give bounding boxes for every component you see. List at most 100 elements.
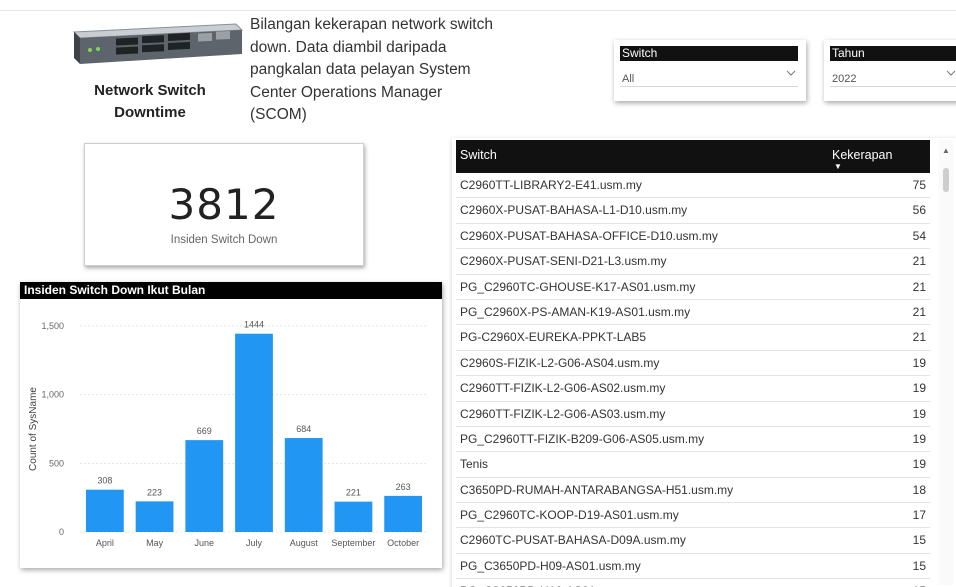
kpi-card[interactable]: 3812 Insiden Switch Down: [84, 143, 364, 266]
switch-name-cell: C2960TC-PUSAT-BAHASA-D09A.usm.my: [460, 533, 686, 548]
table-row[interactable]: PG_C2960TT-FIZIK-B209-G06-AS05.usm.my 19: [456, 427, 930, 453]
bar-august: [284, 438, 323, 532]
table-row[interactable]: PG-C2960X-EUREKA-PPKT-LAB5 21: [456, 325, 930, 351]
kpi-label: Insiden Switch Down: [170, 234, 278, 246]
bar-data-label: 669: [197, 426, 212, 436]
x-tick-label: July: [246, 538, 263, 548]
count-cell: 56: [912, 203, 926, 218]
count-cell: 54: [912, 228, 926, 243]
switch-name-cell: C2960S-FIZIK-L2-G06-AS04.usm.my: [460, 355, 660, 370]
table-body: C2960TT-LIBRARY2-E41.usm.my 75 C2960X-PUSA…: [456, 173, 930, 587]
switch-name-cell: PG_C3650PD-H09-AS01.usm.my: [460, 558, 641, 573]
table-header: Switch Kekerapan ▼: [456, 140, 930, 173]
switch-name-cell: C2960TT-FIZIK-L2-G06-AS02.usm.my: [460, 381, 666, 396]
table-row[interactable]: C2960TC-PUSAT-BAHASA-D09A.usm.my 15: [456, 528, 930, 554]
table-row[interactable]: C2960TT-FIZIK-L2-G06-AS03.usm.my 19: [456, 402, 930, 427]
count-cell: 18: [912, 482, 926, 497]
y-tick-label: 1,500: [41, 321, 64, 331]
table-row[interactable]: C2960TT-LIBRARY2-E41.usm.my 75: [456, 173, 930, 199]
logo-title: Network Switch Downtime: [70, 80, 230, 124]
bar-april: [85, 489, 124, 532]
y-tick-label: 0: [59, 527, 64, 537]
switch-name-cell: C2960TT-FIZIK-L2-G06-AS03.usm.my: [460, 406, 666, 421]
bar-data-label: 223: [147, 487, 162, 497]
bar-chart[interactable]: 0 500 1,000 1,500 Count of SysName 308 April 22…: [20, 282, 442, 568]
switch-name-cell: Tenis: [460, 457, 489, 472]
table-scrollbar[interactable]: ▲: [939, 140, 953, 585]
count-cell: 21: [912, 304, 926, 319]
x-tick-label: June: [195, 538, 215, 548]
switch-name-cell: PG_C2960TT-FIZIK-B209-G06-AS05.usm.my: [460, 431, 705, 446]
switch-slicer-value[interactable]: All: [622, 73, 634, 85]
table-row[interactable]: PG_C3650PD-H09-AS01.usm.my 15: [456, 554, 930, 580]
table-row[interactable]: C2960X-PUSAT-BAHASA-L1-D10.usm.my 56: [456, 198, 930, 224]
switch-slicer[interactable]: Switch All: [614, 40, 806, 101]
bar-data-label: 263: [396, 482, 411, 492]
table-row[interactable]: PG_C3650PD-H16-AS01.usm.my15: [456, 579, 930, 587]
scroll-up-icon[interactable]: ▲: [942, 146, 950, 155]
count-cell: 15: [912, 533, 926, 548]
switch-name-cell: PG_C2960TC-GHOUSE-K17-AS01.usm.my: [460, 279, 696, 294]
year-slicer-underline: [830, 86, 956, 87]
sort-descending-icon[interactable]: ▼: [834, 162, 842, 171]
switch-slicer-underline: [620, 86, 798, 87]
bar-october: [384, 495, 423, 532]
chevron-down-icon[interactable]: [946, 67, 956, 79]
bar-may: [135, 501, 174, 532]
chevron-down-icon[interactable]: [786, 67, 796, 79]
switch-name-cell: PG_C2960X-PS-AMAN-K19-AS01.usm.my: [460, 304, 691, 319]
count-cell: 19: [912, 381, 926, 396]
count-cell: 19: [912, 406, 926, 421]
bar-data-label: 1444: [244, 320, 264, 330]
switch-table[interactable]: Switch Kekerapan ▼ C2960TT-LIBRARY2-E41.…: [452, 138, 956, 587]
switch-name-cell: C2960TT-LIBRARY2-E41.usm.my: [460, 178, 642, 192]
y-tick-label: 1,000: [41, 390, 64, 400]
count-cell: 21: [912, 279, 926, 294]
monthly-chart-card[interactable]: 0 500 1,000 1,500 Count of SysName 308 April 22…: [20, 282, 442, 568]
bar-july: [235, 333, 273, 532]
count-cell: 17: [912, 508, 926, 523]
switch-name-cell: C2960X-PUSAT-BAHASA-L1-D10.usm.my: [460, 203, 688, 218]
table-row[interactable]: PG_C2960TC-KOOP-D19-AS01.usm.my 17: [456, 503, 930, 529]
x-tick-label: September: [331, 538, 375, 548]
bar-data-label: 308: [97, 476, 112, 486]
chart-header: Insiden Switch Down Ikut Bulan: [20, 282, 442, 299]
switch-name-cell: C2960X-PUSAT-SENI-D21-L3.usm.my: [460, 254, 667, 269]
x-tick-label: April: [96, 538, 114, 548]
table-row[interactable]: C2960X-PUSAT-SENI-D21-L3.usm.my 21: [456, 249, 930, 275]
table-row[interactable]: Tenis 19: [456, 452, 930, 478]
bar-data-label: 684: [296, 424, 311, 434]
scroll-thumb[interactable]: [943, 168, 949, 192]
column-header-count[interactable]: Kekerapan: [832, 148, 892, 162]
year-slicer[interactable]: Tahun 2022: [824, 40, 956, 101]
switch-name-cell: C2960X-PUSAT-BAHASA-OFFICE-D10.usm.my: [460, 228, 718, 243]
count-cell: 21: [912, 254, 926, 269]
year-slicer-label: Tahun: [830, 46, 956, 61]
switch-name-cell: PG-C2960X-EUREKA-PPKT-LAB5: [460, 330, 647, 345]
y-tick-label: 500: [49, 458, 64, 468]
x-tick-label: May: [146, 538, 164, 548]
switch-name-cell: PG_C2960TC-KOOP-D19-AS01.usm.my: [460, 508, 679, 523]
count-cell: 21: [912, 330, 926, 345]
x-tick-label: August: [290, 538, 319, 548]
description-text: Bilangan kekerapan network switch down. …: [250, 16, 493, 123]
switch-slicer-label: Switch: [620, 46, 798, 61]
top-divider: [0, 10, 956, 11]
network-switch-icon: [72, 23, 244, 64]
logo-title-line1: Network Switch: [94, 82, 206, 99]
table-row[interactable]: C2960X-PUSAT-BAHASA-OFFICE-D10.usm.my 54: [456, 224, 930, 250]
table-row[interactable]: C2960TT-FIZIK-L2-G06-AS02.usm.my 19: [456, 376, 930, 402]
column-header-switch[interactable]: Switch: [460, 148, 497, 162]
count-cell: 19: [912, 457, 926, 472]
bar-june: [185, 440, 224, 532]
table-row[interactable]: PG_C2960X-PS-AMAN-K19-AS01.usm.my 21: [456, 300, 930, 326]
y-axis-label: Count of SysName: [28, 387, 39, 471]
logo-title-line2: Downtime: [114, 104, 186, 121]
count-cell: 15: [912, 558, 926, 573]
x-tick-label: October: [387, 538, 419, 548]
table-row[interactable]: C2960S-FIZIK-L2-G06-AS04.usm.my 19: [456, 351, 930, 377]
year-slicer-value[interactable]: 2022: [832, 73, 856, 85]
table-row[interactable]: C3650PD-RUMAH-ANTARABANGSA-H51.usm.my 18: [456, 478, 930, 504]
table-row[interactable]: PG_C2960TC-GHOUSE-K17-AS01.usm.my 21: [456, 275, 930, 300]
switch-name-cell: C3650PD-RUMAH-ANTARABANGSA-H51.usm.my: [460, 482, 734, 497]
